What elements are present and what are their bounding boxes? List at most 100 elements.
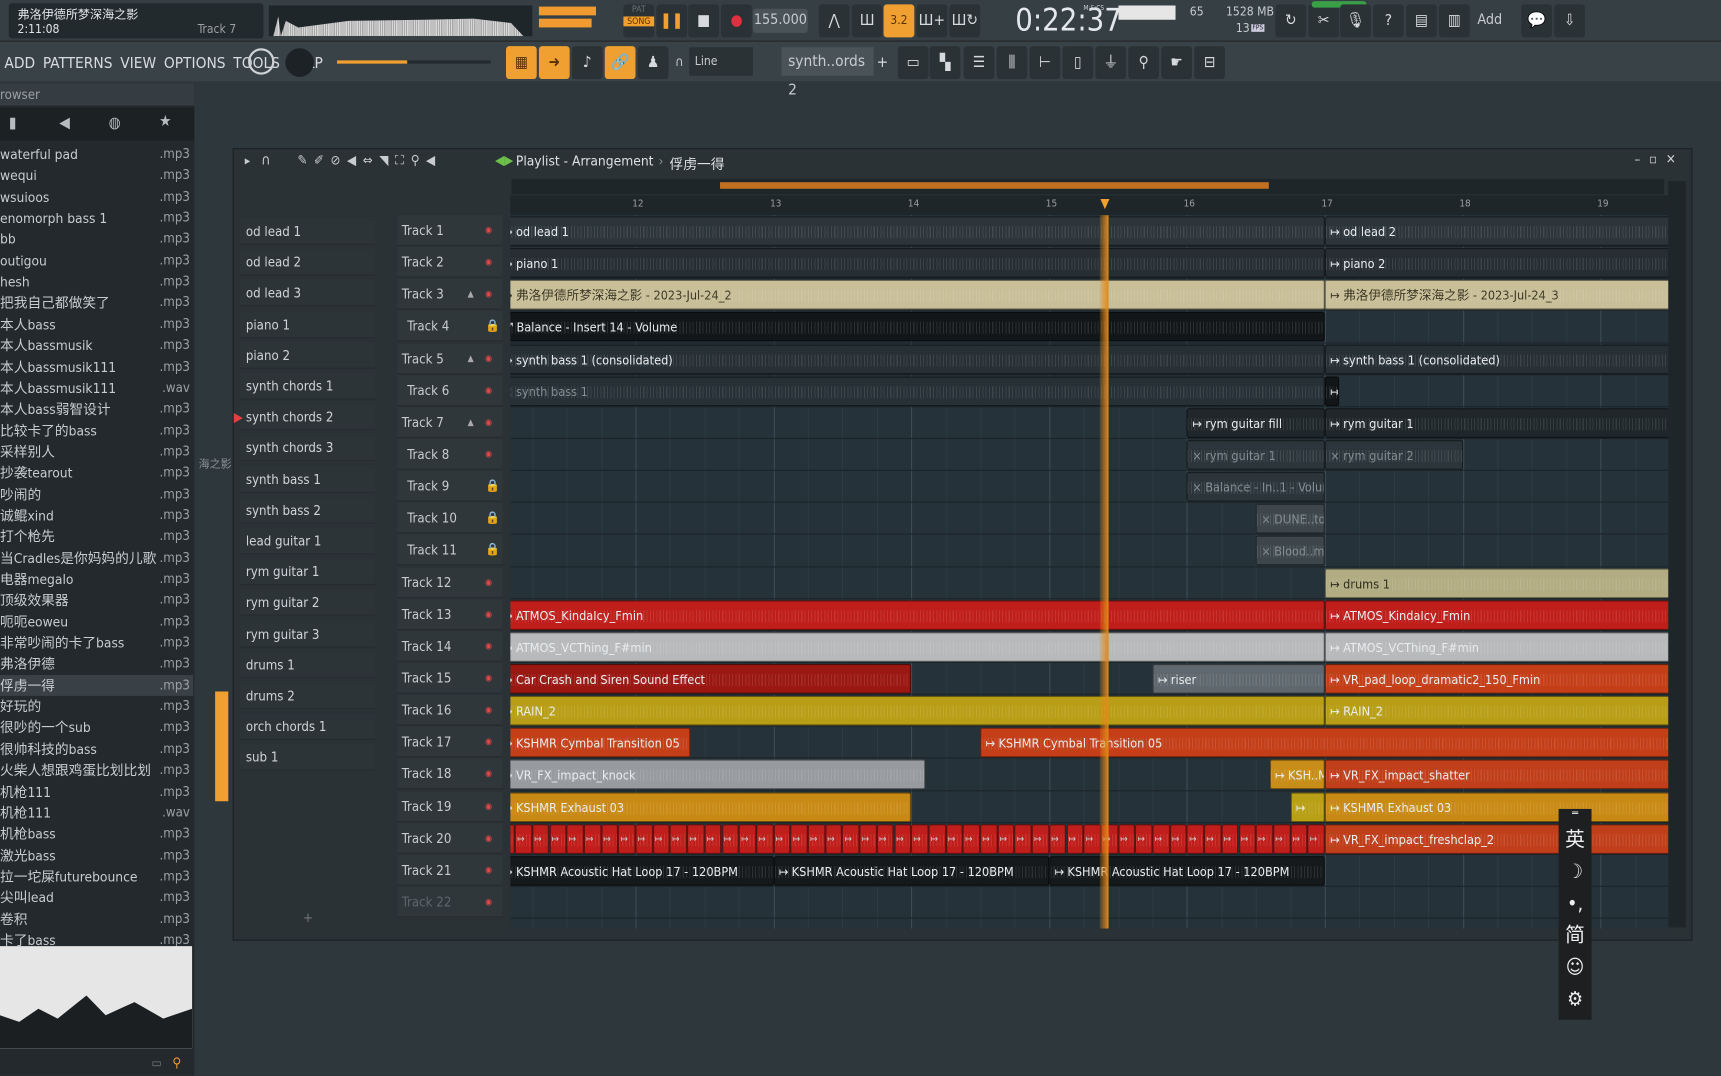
clip[interactable]: ↦synth bass 1 (consolidated) (1324, 344, 1669, 374)
add-pattern-button[interactable]: + (874, 46, 892, 79)
menu-add[interactable]: ADD (4, 55, 35, 73)
track-enable-dot-icon[interactable]: ◉ (485, 759, 492, 790)
browser-item[interactable]: 本人bassmusik111 .mp3 (0, 356, 193, 377)
clip[interactable]: ↦ (790, 823, 808, 854)
clip[interactable]: ↦ rym guitar fill (1186, 408, 1325, 438)
browser-item[interactable]: 本人bass .mp3 (0, 314, 193, 335)
track-enable-dot-icon[interactable]: ◉ (485, 279, 492, 310)
track-enable-dot-icon[interactable]: ◉ (485, 375, 492, 406)
tool-icons[interactable]: ✎✐⊘◀⇔◥⛶⚲◀ (297, 153, 441, 169)
pause-button[interactable]: ❚❚ (656, 4, 688, 38)
clip[interactable]: ↦ VR_FX_impact_shatter (1324, 759, 1669, 790)
browser-item[interactable]: 顶级效果器 .mp3 (0, 590, 193, 611)
mic-stand-icon[interactable]: ⚲ (1128, 46, 1160, 80)
clip[interactable]: ↦ (842, 823, 860, 854)
clip[interactable]: ↦ (704, 823, 722, 854)
lock-icon[interactable]: 🔒 (485, 503, 500, 534)
clip[interactable]: × rym guitar 1 (1186, 440, 1325, 470)
menu-options[interactable]: OPTIONS (164, 55, 226, 73)
browser-item[interactable]: 呃呃eoweu .mp3 (0, 611, 193, 632)
clip[interactable]: ↦ (1307, 823, 1325, 854)
track-enable-dot-icon[interactable]: ◉ (485, 823, 492, 854)
clip[interactable]: ↦ (514, 823, 533, 854)
add-menu[interactable]: Add (1477, 12, 1502, 28)
clip[interactable]: ↦ (1135, 823, 1153, 854)
browser-item[interactable]: 吵闹的 .mp3 (0, 484, 193, 505)
clip[interactable]: ↦ (893, 823, 912, 854)
master-pitch-knob[interactable] (248, 48, 275, 75)
clip[interactable]: ↦ (1031, 823, 1050, 854)
undo-history-icon[interactable]: ↻ (1275, 4, 1307, 38)
browser-item[interactable]: 机枪111 .wav (0, 802, 193, 823)
browser-item[interactable]: 激光bass .mp3 (0, 845, 193, 866)
pattern-selector[interactable]: synth..ords 2 (781, 47, 874, 99)
track-header[interactable]: Track 10 🔒 (397, 502, 503, 534)
pattern-item[interactable]: sub 1 (239, 744, 376, 771)
clip[interactable]: ↦ (945, 823, 963, 854)
clip[interactable]: ↦ (876, 823, 894, 854)
track-header[interactable]: Track 15 ◉ (397, 662, 503, 694)
clip[interactable]: ↦ (980, 823, 998, 854)
clip[interactable]: ↦KSHMR Acoustic Hat Loop 17 - 120BPM (773, 855, 1050, 886)
clip[interactable]: ↦KSHMR Cymbal Transition 05 (510, 727, 691, 758)
browser-item[interactable]: outigou .mp3 (0, 250, 193, 271)
clip[interactable]: ↦ drums 1 (1324, 568, 1669, 598)
clip[interactable]: ↦ (1186, 823, 1205, 854)
track-enable-dot-icon[interactable]: ◉ (485, 887, 492, 918)
punctuation-icon[interactable]: •, (1559, 888, 1592, 920)
piano-roll-icon[interactable]: ▚ (929, 46, 961, 80)
browser-item[interactable]: 拉一坨屎futurebounce .mp3 (0, 866, 193, 887)
track-header[interactable]: Track 13 ◉ (397, 598, 503, 630)
plugin-icon[interactable]: ⏚ (1095, 46, 1127, 80)
clip[interactable]: ↦ VR_FX_impact_freshclap_2 (1324, 823, 1669, 854)
stamp-icon[interactable]: ♟ (637, 46, 669, 80)
clip[interactable]: ↦ (1324, 376, 1339, 406)
record-button[interactable]: ● (721, 4, 752, 38)
track-enable-dot-icon[interactable]: ◉ (485, 695, 492, 726)
link-icon[interactable]: 🔗 (604, 46, 636, 80)
browser-tree-icon[interactable]: ⊢ (1029, 46, 1061, 80)
clip[interactable]: ↦ VR_pad_loop_dramatic2_150_Fmin (1324, 663, 1669, 694)
clip[interactable]: ↦弗洛伊德所梦深海之影 - 2023-Jul-24_2 (510, 280, 1325, 310)
clip[interactable]: ↦ (635, 823, 653, 854)
clip[interactable]: ↦ATMOS_VCThing_F#min (510, 632, 1325, 662)
clip[interactable]: ↦ (911, 823, 929, 854)
clip[interactable]: ↦ od lead 2 (1324, 216, 1669, 246)
clip[interactable]: ↦ (1290, 823, 1308, 854)
browser-item[interactable]: 弗洛伊德 .mp3 (0, 654, 193, 675)
clip[interactable]: ↦ (1066, 823, 1084, 854)
tempo-display[interactable]: 155.000 (752, 8, 808, 33)
lock-icon[interactable]: 🔒 (485, 471, 500, 502)
files-icon[interactable]: ▮ (9, 114, 17, 132)
clip[interactable]: ↦ (1221, 823, 1239, 854)
pattern-item[interactable]: orch chords 1 (239, 713, 376, 740)
clip[interactable]: ↦ (825, 823, 843, 854)
track-header[interactable]: Track 7 ▲ ◉ (397, 407, 503, 438)
mixer-icon[interactable]: ⫼ (996, 46, 1028, 80)
track-enable-dot-icon[interactable]: ◉ (485, 247, 492, 278)
pattern-item[interactable]: synth bass 2 (239, 496, 376, 524)
track-enable-dot-icon[interactable]: ◉ (485, 343, 492, 374)
playlist-menu-arrow[interactable]: ▸ (245, 154, 250, 168)
clip[interactable]: ↦ (1238, 823, 1256, 854)
fader-icon[interactable]: ⊟ (1194, 46, 1225, 80)
pattern-item[interactable]: synth chords 1 (239, 373, 376, 400)
clip[interactable]: ↦ (962, 823, 981, 854)
track-enable-dot-icon[interactable]: ◉ (485, 631, 492, 662)
arrangement-grid[interactable]: ↦od lead 1↦od lead 2↦piano 1↦piano 2↦弗洛伊… (510, 215, 1669, 929)
pattern-snap-button[interactable]: 3.2 (883, 4, 915, 38)
clip[interactable]: ↦VR_FX_impact_knock (510, 759, 926, 790)
clip[interactable]: ↦RAIN_2 (1324, 695, 1669, 726)
clip[interactable]: ×Balance - In..1 - Volume (1186, 472, 1325, 502)
track-header[interactable]: Track 19 ◉ (397, 790, 503, 822)
track-enable-dot-icon[interactable]: ◉ (485, 407, 492, 438)
pattern-item[interactable]: rym guitar 1 (239, 558, 376, 586)
channel-rack-icon[interactable]: ☰ (963, 46, 995, 80)
track-header[interactable]: Track 12 ◉ (397, 566, 503, 598)
snap-select[interactable]: Line (689, 47, 753, 76)
clip[interactable]: ↦ (721, 823, 739, 854)
window-controls[interactable]: –▫✕ (1634, 151, 1684, 166)
browser-item[interactable]: 俘虏一得 .mp3 (0, 674, 194, 696)
clip[interactable]: ↦ (566, 823, 584, 854)
track-enable-dot-icon[interactable]: ◉ (485, 791, 492, 822)
